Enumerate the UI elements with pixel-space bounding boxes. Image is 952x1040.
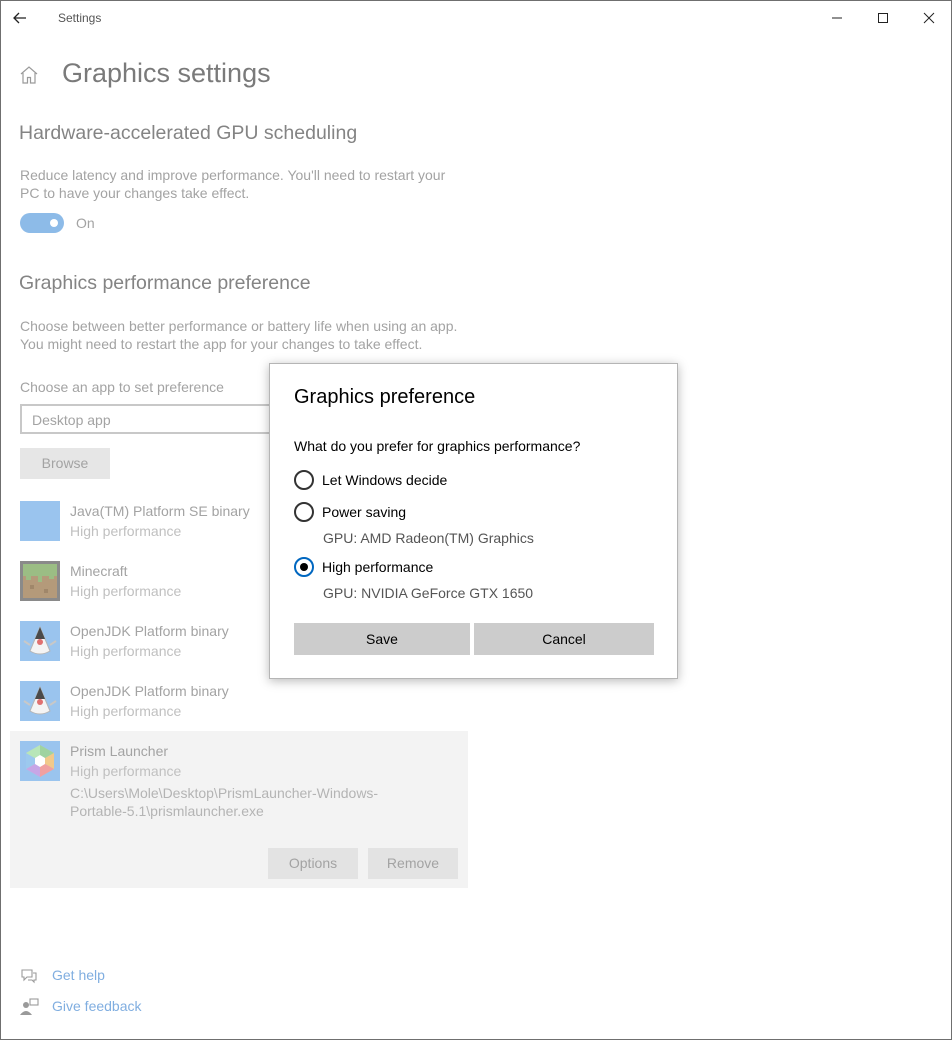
title-bar: Settings — [1, 1, 951, 35]
prism-launcher-icon — [20, 741, 60, 781]
radio-label[interactable]: Power saving — [322, 504, 406, 520]
app-type-dropdown[interactable]: Desktop app — [20, 404, 290, 434]
radio-power-saving[interactable] — [294, 502, 314, 522]
maximize-button[interactable] — [860, 1, 906, 35]
toggle-knob — [50, 219, 58, 227]
perf-pref-heading: Graphics performance preference — [19, 272, 311, 294]
options-button[interactable]: Options — [268, 848, 358, 879]
cancel-button[interactable]: Cancel — [474, 623, 654, 655]
gpu-scheduling-toggle[interactable] — [20, 213, 64, 233]
perf-pref-description: Choose between better performance or bat… — [20, 317, 480, 353]
window-title: Settings — [58, 11, 102, 25]
graphics-preference-dialog: Graphics preference What do you prefer f… — [269, 363, 678, 679]
give-feedback-text: Give feedback — [52, 998, 142, 1014]
radio-let-windows-decide[interactable] — [294, 470, 314, 490]
radio-label[interactable]: Let Windows decide — [322, 472, 447, 488]
dialog-title: Graphics preference — [294, 386, 476, 408]
power-saving-gpu: GPU: AMD Radeon(TM) Graphics — [323, 530, 534, 546]
choose-app-label: Choose an app to set preference — [20, 379, 224, 395]
radio-high-performance[interactable] — [294, 557, 314, 577]
settings-window: Settings Graphics settings Hardware-acce… — [0, 0, 952, 1040]
get-help-text: Get help — [52, 967, 105, 983]
back-button[interactable] — [7, 5, 33, 31]
app-path: C:\Users\Mole\Desktop\PrismLauncher-Wind… — [70, 784, 400, 820]
home-icon[interactable] — [19, 65, 39, 85]
app-preference: High performance — [70, 643, 182, 659]
app-preference: High performance — [70, 523, 182, 539]
remove-button[interactable]: Remove — [368, 848, 458, 879]
minimize-button[interactable] — [814, 1, 860, 35]
openjdk-duke-icon — [20, 621, 60, 661]
description-line: You might need to restart the app for yo… — [20, 336, 423, 352]
app-preference: High performance — [70, 703, 182, 719]
gpu-scheduling-description: Reduce latency and improve performance. … — [20, 166, 480, 202]
back-arrow-icon — [13, 12, 26, 24]
maximize-icon — [878, 13, 888, 23]
save-button[interactable]: Save — [294, 623, 470, 655]
description-line: Choose between better performance or bat… — [20, 318, 458, 334]
minecraft-grass-block-icon — [20, 561, 60, 601]
app-type-value: Desktop app — [32, 412, 111, 428]
description-line: Reduce latency and improve performance. … — [20, 167, 446, 183]
feedback-person-icon — [20, 998, 39, 1015]
app-name: Java(TM) Platform SE binary — [70, 503, 250, 519]
page-title: Graphics settings — [62, 58, 271, 88]
dialog-question: What do you prefer for graphics performa… — [294, 438, 581, 454]
help-chat-icon — [21, 969, 37, 984]
toggle-state-label: On — [76, 215, 95, 231]
app-name: OpenJDK Platform binary — [70, 623, 229, 639]
app-path-line: C:\Users\Mole\Desktop\PrismLauncher-Wind… — [70, 785, 379, 801]
app-preference: High performance — [70, 763, 182, 779]
radio-label[interactable]: High performance — [322, 559, 433, 575]
description-line: PC to have your changes take effect. — [20, 185, 250, 201]
minimize-icon — [832, 17, 842, 19]
app-list-item[interactable]: OpenJDK Platform binary High performance — [20, 681, 460, 731]
gpu-scheduling-heading: Hardware-accelerated GPU scheduling — [19, 122, 358, 144]
app-name: Prism Launcher — [70, 743, 169, 759]
java-app-icon — [20, 501, 60, 541]
app-name: Minecraft — [70, 563, 128, 579]
close-icon — [923, 12, 935, 24]
browse-button[interactable]: Browse — [20, 448, 110, 479]
app-path-line: Portable-5.1\prismlauncher.exe — [70, 803, 264, 819]
app-preference: High performance — [70, 583, 182, 599]
high-performance-gpu: GPU: NVIDIA GeForce GTX 1650 — [323, 585, 534, 601]
app-name: OpenJDK Platform binary — [70, 683, 229, 699]
close-button[interactable] — [906, 1, 951, 35]
openjdk-duke-icon — [20, 681, 60, 721]
